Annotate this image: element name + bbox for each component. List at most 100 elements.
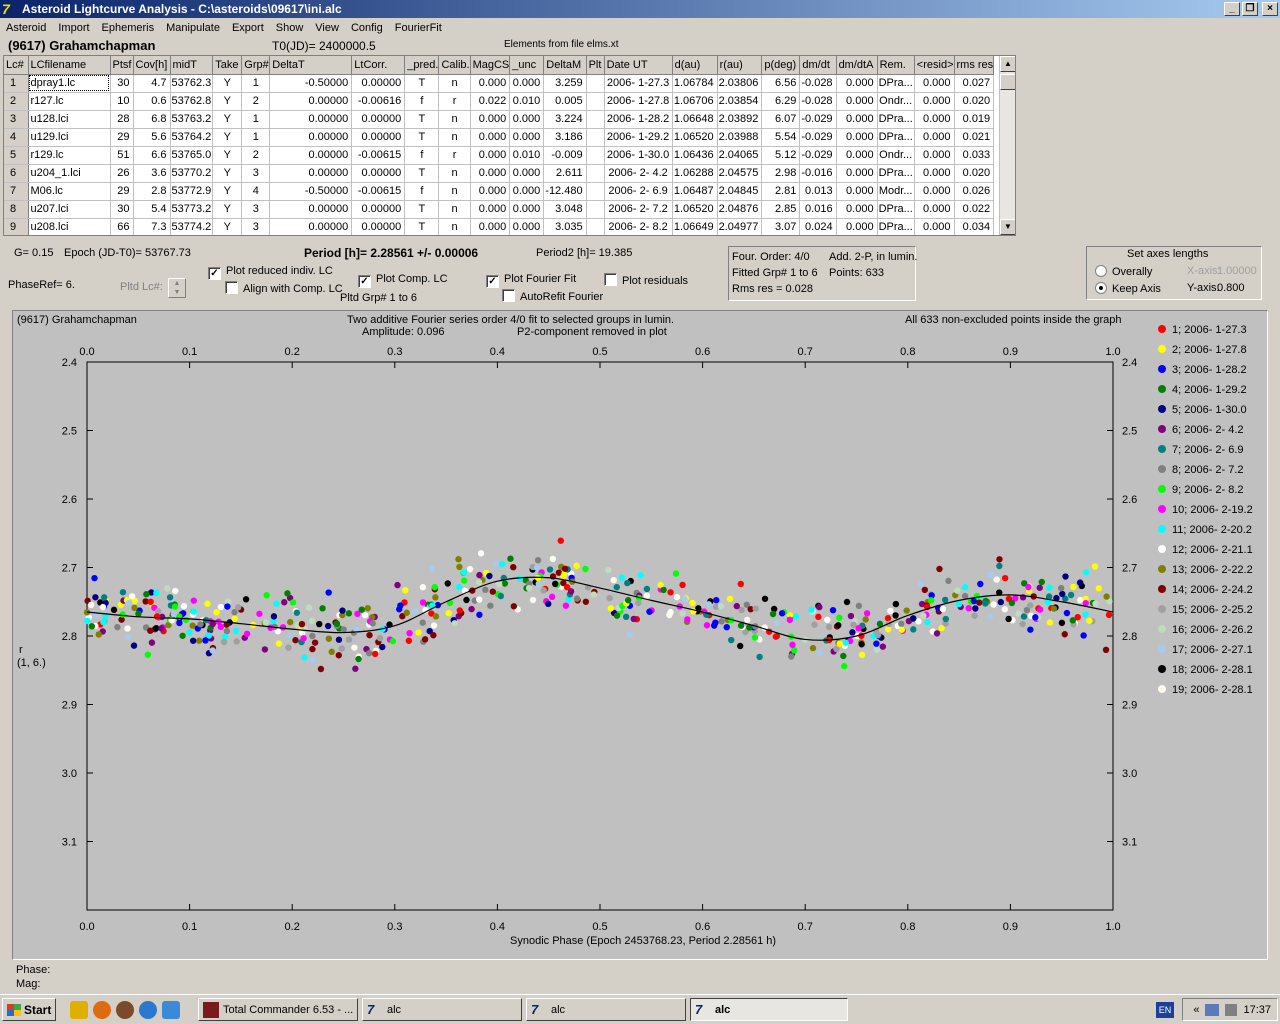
table-cell[interactable]: 0.000 [836, 146, 878, 165]
table-cell[interactable]: Y [212, 164, 243, 183]
row-header[interactable]: 3 [4, 110, 29, 129]
table-vscroll[interactable]: ▲ ▼ [999, 56, 1015, 235]
restore-button[interactable]: ❐ [1242, 2, 1258, 16]
table-cell[interactable]: 6.07 [761, 110, 801, 129]
column-header[interactable]: Lc# [4, 56, 29, 75]
table-cell[interactable]: 0.00000 [269, 110, 353, 129]
table-cell[interactable]: n [438, 164, 471, 183]
table-cell[interactable]: -0.009 [543, 146, 587, 165]
column-header[interactable]: Cov[h] [133, 56, 171, 75]
table-cell[interactable]: 29 [110, 182, 134, 201]
table-cell[interactable]: 2006- 2- 6.9 [604, 182, 673, 201]
table-cell[interactable]: 0.000 [470, 218, 511, 235]
menu-asteroid[interactable]: Asteroid [0, 22, 52, 34]
table-cell[interactable]: 0.00000 [269, 218, 353, 235]
table-cell[interactable]: 51 [110, 146, 134, 165]
network-icon[interactable] [1205, 1003, 1220, 1016]
table-cell[interactable]: f [404, 146, 440, 165]
column-header[interactable]: _pred. [404, 56, 440, 75]
table-cell[interactable]: 0.027 [954, 74, 995, 93]
table-cell[interactable]: 2.611 [543, 164, 587, 183]
table-cell[interactable]: 0.00000 [351, 200, 406, 219]
table-cell[interactable]: Y [212, 218, 243, 235]
autorefit-checkbox[interactable]: AutoRefit Fourier [502, 289, 603, 303]
menu-ephemeris[interactable]: Ephemeris [96, 22, 161, 34]
lightcurve-table[interactable]: Lc# LCfilename Ptsf Cov[h] midT Take Grp# Delta… [3, 55, 1016, 236]
table-cell[interactable]: 6.8 [133, 110, 171, 129]
table-cell[interactable]: u207.lci [28, 200, 111, 219]
table-cell[interactable]: T [404, 110, 440, 129]
table-cell[interactable]: 2.03854 [717, 92, 763, 111]
column-header[interactable]: dm/dt [799, 56, 837, 75]
column-header[interactable]: midT [170, 56, 214, 75]
table-cell[interactable]: 6.6 [133, 146, 171, 165]
table-cell[interactable]: 1.06706 [672, 92, 718, 111]
table-cell[interactable]: n [438, 128, 471, 147]
table-cell[interactable]: 0.000 [836, 128, 878, 147]
table-cell[interactable]: 0.000 [509, 110, 545, 129]
table-cell[interactable]: 0.033 [954, 146, 995, 165]
table-cell[interactable]: 0.010 [509, 92, 545, 111]
column-header[interactable]: _unc [509, 56, 545, 75]
table-row[interactable]: 9 u208.lci 66 7.3 53774.2 Y 3 0.00000 0.00000 Tn 0… [4, 218, 995, 235]
table-cell[interactable]: 2006- 1-29.2 [604, 128, 673, 147]
table-cell[interactable]: Ondr... [877, 92, 915, 111]
table-cell[interactable]: -0.028 [799, 74, 837, 93]
table-row[interactable]: 3 u128.lci 28 6.8 53763.2 Y 1 0.00000 0.00000 Tn 0… [4, 110, 995, 129]
column-header[interactable]: Ptsf [110, 56, 134, 75]
pltd-lc-spinner[interactable]: ▲ ▼ [168, 278, 186, 298]
table-cell[interactable]: 2006- 1-30.0 [604, 146, 673, 165]
table-cell[interactable]: 0.000 [914, 146, 955, 165]
column-header[interactable]: r(au) [717, 56, 763, 75]
table-cell[interactable]: 2006- 1-27.3 [604, 74, 673, 93]
table-cell[interactable]: 0.000 [509, 200, 545, 219]
table-cell[interactable]: 3.259 [543, 74, 587, 93]
table-cell[interactable]: 26 [110, 164, 134, 183]
table-cell[interactable]: u128.lci [28, 110, 111, 129]
table-cell[interactable]: 2.03806 [717, 74, 763, 93]
menu-view[interactable]: View [309, 22, 345, 34]
column-header[interactable]: Take [212, 56, 243, 75]
table-cell[interactable]: 2 [241, 92, 271, 111]
row-header[interactable]: 1 [4, 74, 29, 93]
table-cell[interactable]: 6.56 [761, 74, 801, 93]
table-cell[interactable]: 3.048 [543, 200, 587, 219]
table-cell[interactable]: -0.028 [799, 92, 837, 111]
table-cell[interactable]: 2.03988 [717, 128, 763, 147]
keep-axis-radio[interactable]: Keep Axis [1095, 282, 1161, 295]
table-cell[interactable]: 0.000 [470, 164, 511, 183]
table-cell[interactable]: T [404, 200, 440, 219]
table-cell[interactable]: 3.07 [761, 218, 801, 235]
period2-value[interactable]: Period2 [h]= 19.385 [536, 247, 632, 259]
task-alc-1[interactable]: 7 alc [362, 998, 522, 1021]
table-cell[interactable]: 0.024 [799, 218, 837, 235]
table-cell[interactable]: -0.029 [799, 146, 837, 165]
table-cell[interactable]: 2.81 [761, 182, 801, 201]
table-cell[interactable] [586, 218, 605, 235]
table-cell[interactable]: 0.010 [509, 146, 545, 165]
table-cell[interactable]: 0.020 [954, 164, 995, 183]
table-cell[interactable]: 0.000 [914, 218, 955, 235]
table-cell[interactable]: 2 [241, 146, 271, 165]
quicklaunch-alc-icon[interactable] [70, 1001, 88, 1019]
table-cell[interactable]: 0.6 [133, 92, 171, 111]
table-cell[interactable]: u129.lci [28, 128, 111, 147]
minimize-button[interactable]: _ [1224, 2, 1240, 16]
table-cell[interactable]: 53765.0 [170, 146, 214, 165]
yaxis-value[interactable]: 0.800 [1217, 282, 1245, 294]
table-cell[interactable]: 0.000 [914, 110, 955, 129]
table-cell[interactable]: 53764.2 [170, 128, 214, 147]
table-cell[interactable]: 5.6 [133, 128, 171, 147]
table-cell[interactable]: 2006- 1-27.8 [604, 92, 673, 111]
table-cell[interactable]: DPra... [877, 110, 915, 129]
table-cell[interactable]: 0.00000 [269, 92, 353, 111]
scroll-down-icon[interactable]: ▼ [1000, 219, 1015, 235]
column-header[interactable]: d(au) [672, 56, 718, 75]
start-button[interactable]: Start [2, 998, 56, 1021]
internet-explorer-icon[interactable] [139, 1001, 157, 1019]
table-cell[interactable]: 0.000 [509, 182, 545, 201]
table-cell[interactable]: 0.00000 [351, 218, 406, 235]
table-cell[interactable]: 53773.2 [170, 200, 214, 219]
table-cell[interactable]: 0.00000 [269, 128, 353, 147]
column-header[interactable]: Rem. [877, 56, 915, 75]
